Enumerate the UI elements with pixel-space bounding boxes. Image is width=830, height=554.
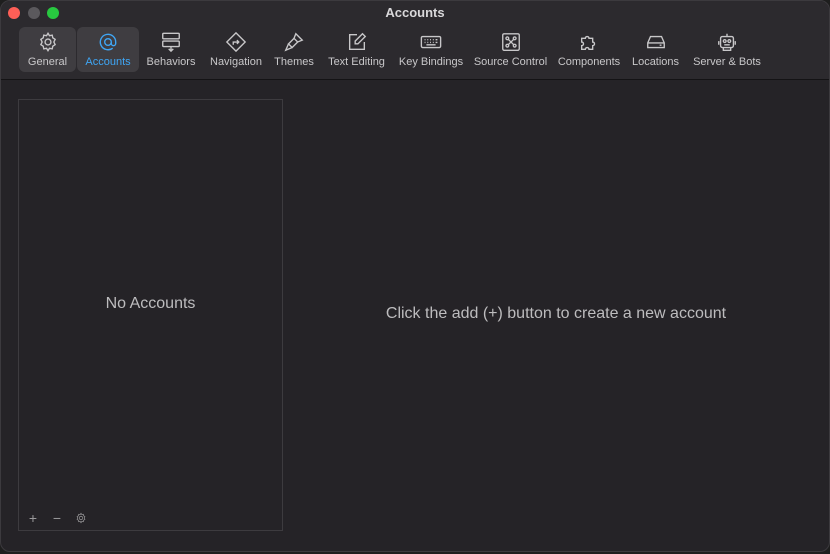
tab-locations[interactable]: Locations <box>625 27 686 72</box>
keyboard-icon <box>419 30 443 54</box>
title-bar: Accounts General Accounts Behaviors Navi… <box>1 1 829 80</box>
pencil-square-icon <box>345 30 369 54</box>
tab-label: Themes <box>274 56 314 68</box>
tab-label: Key Bindings <box>398 56 464 68</box>
tab-label: Source Control <box>473 56 548 68</box>
tab-label: Accounts <box>85 56 131 68</box>
tab-components[interactable]: Components <box>553 27 625 72</box>
tab-general[interactable]: General <box>19 27 76 72</box>
accounts-list[interactable]: No Accounts + − <box>18 99 283 531</box>
tab-accounts[interactable]: Accounts <box>77 27 139 72</box>
brush-icon <box>282 30 306 54</box>
preferences-window: Accounts General Accounts Behaviors Navi… <box>0 0 830 552</box>
tab-text-editing[interactable]: Text Editing <box>319 27 394 72</box>
window-title: Accounts <box>385 5 445 20</box>
robot-icon <box>715 30 739 54</box>
behaviors-icon <box>159 30 183 54</box>
gear-icon <box>76 512 86 524</box>
tab-label: Components <box>557 56 621 68</box>
remove-account-button[interactable]: − <box>49 510 65 526</box>
gear-icon <box>36 30 60 54</box>
tab-navigation[interactable]: Navigation <box>203 27 269 72</box>
list-actions: + − <box>25 510 89 526</box>
tab-behaviors[interactable]: Behaviors <box>139 27 203 72</box>
tab-source-control[interactable]: Source Control <box>468 27 553 72</box>
puzzle-icon <box>577 30 601 54</box>
empty-list-message: No Accounts <box>105 295 196 312</box>
tab-label: Locations <box>631 56 680 68</box>
tab-key-bindings[interactable]: Key Bindings <box>394 27 468 72</box>
navigation-icon <box>224 30 248 54</box>
account-options-button[interactable] <box>73 510 89 526</box>
tab-label: General <box>27 56 68 68</box>
tab-server-bots[interactable]: Server & Bots <box>686 27 768 72</box>
tab-themes[interactable]: Themes <box>269 27 319 72</box>
preferences-toolbar: General Accounts Behaviors Navigation Th… <box>19 27 768 72</box>
tab-label: Text Editing <box>328 56 385 68</box>
at-icon <box>96 30 120 54</box>
create-account-hint: Click the add (+) button to create a new… <box>385 305 727 322</box>
drive-icon <box>644 30 668 54</box>
tab-label: Behaviors <box>146 56 196 68</box>
tab-label: Navigation <box>210 56 262 68</box>
add-account-button[interactable]: + <box>25 510 41 526</box>
source-control-icon <box>499 30 523 54</box>
tab-label: Server & Bots <box>693 56 761 68</box>
